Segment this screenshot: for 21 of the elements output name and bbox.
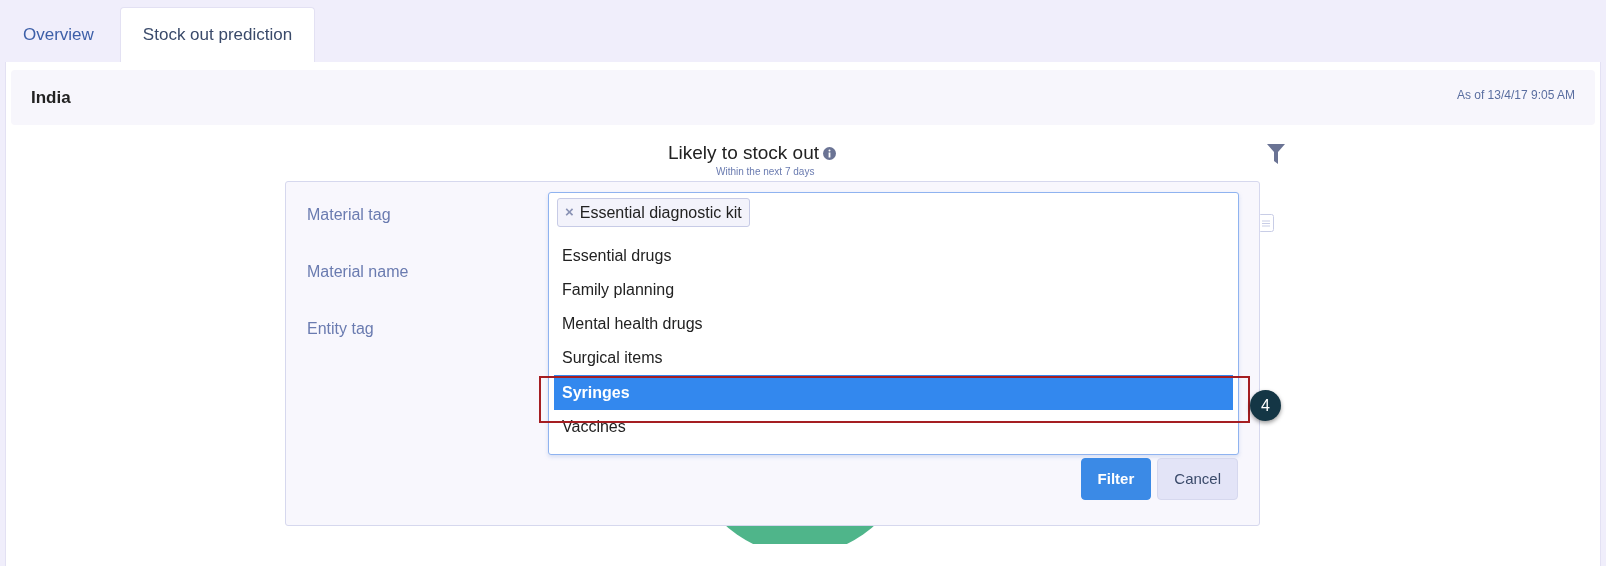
dropdown-option[interactable]: Syringes — [554, 375, 1233, 410]
filter-button[interactable]: Filter — [1080, 458, 1152, 500]
dropdown-option[interactable]: Mental health drugs — [554, 307, 1233, 341]
field-label: Material tag — [307, 205, 392, 225]
chart-subtitle: Within the next 7 days — [716, 166, 815, 178]
tab[interactable]: Stock out prediction — [119, 7, 316, 62]
region-title: India — [31, 86, 71, 109]
dropdown-option[interactable]: Surgical items — [554, 341, 1233, 375]
dropdown-option[interactable]: Family planning — [554, 273, 1233, 307]
tag-label: Essential diagnostic kit — [579, 202, 742, 223]
cancel-button[interactable]: Cancel — [1157, 458, 1238, 500]
field-label: Entity tag — [307, 319, 375, 339]
info-icon — [823, 146, 837, 160]
dropdown-option[interactable]: Vaccines — [554, 410, 1233, 444]
dropdown-option[interactable]: Essential drugs — [554, 239, 1233, 273]
filter-icon[interactable] — [1267, 144, 1285, 164]
tab[interactable]: Overview — [0, 7, 117, 62]
chart-title: Likely to stock out — [668, 142, 820, 164]
material-tag-dropdown[interactable]: × Essential diagnostic kit Essential drugs Family planning Mental health drugs Surgical items Syringes Vaccines — [548, 192, 1239, 455]
timestamp: As of 13/4/17 9:05 AM — [1456, 87, 1575, 104]
field-label: Material name — [307, 262, 409, 282]
